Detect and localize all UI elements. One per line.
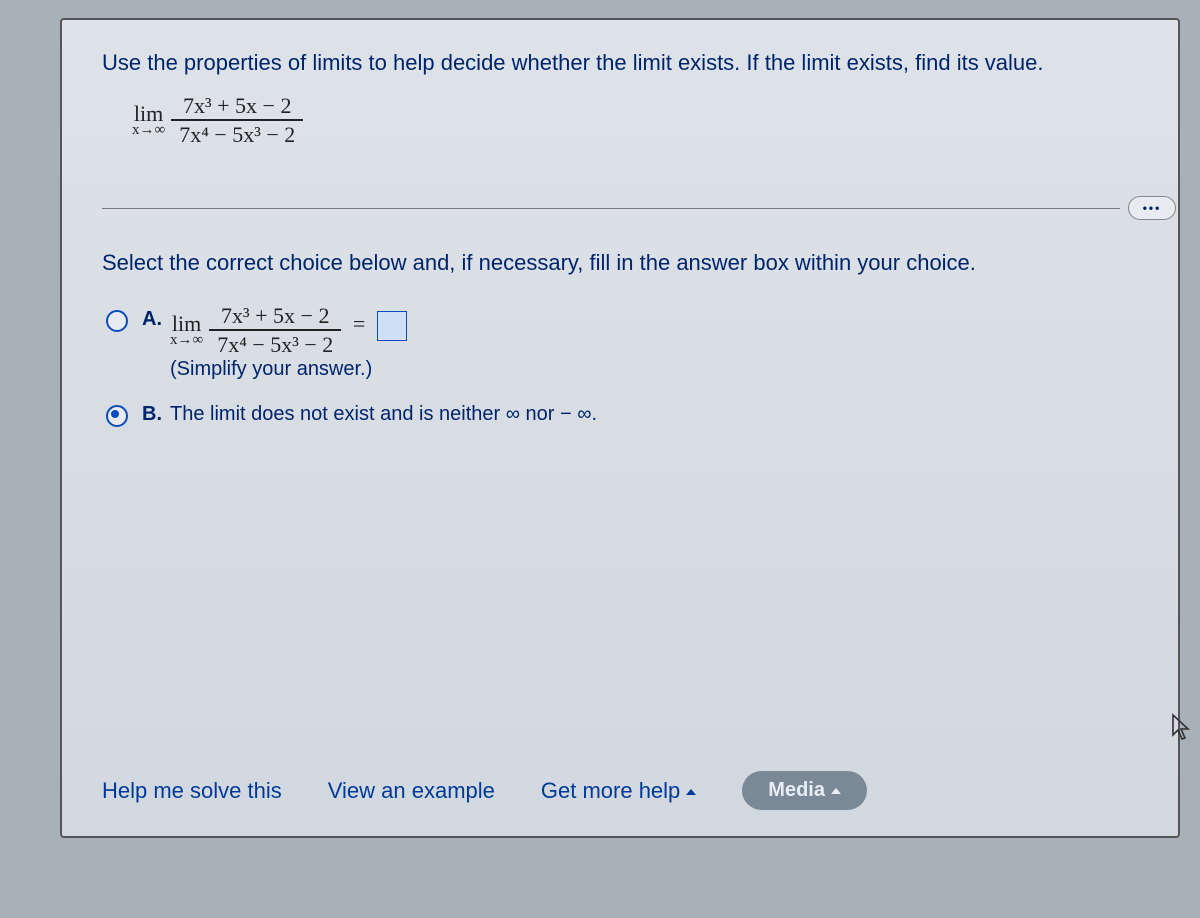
cursor-icon xyxy=(1170,713,1192,748)
lim-subscript: x→∞ xyxy=(132,123,165,139)
radio-b[interactable] xyxy=(106,405,128,427)
choice-a-expression: lim x→∞ 7x³ + 5x − 2 7x⁴ − 5x³ − 2 xyxy=(170,304,341,356)
radio-a[interactable] xyxy=(106,310,128,332)
equals-sign: = xyxy=(353,311,365,336)
divider xyxy=(102,208,1120,209)
lim-subscript: x→∞ xyxy=(170,333,203,349)
fraction-numerator: 7x³ + 5x − 2 xyxy=(175,94,299,117)
get-more-help-dropdown[interactable]: Get more help xyxy=(541,778,696,804)
main-limit-expression: lim x→∞ 7x³ + 5x − 2 7x⁴ − 5x³ − 2 xyxy=(132,94,303,146)
choice-instruction: Select the correct choice below and, if … xyxy=(102,250,1148,276)
choice-list: A. lim x→∞ 7x³ + 5x − 2 7x⁴ − 5x³ − 2 = … xyxy=(106,304,1148,427)
answer-input[interactable] xyxy=(377,311,407,341)
view-example-link[interactable]: View an example xyxy=(328,778,495,804)
choice-a-label: A. xyxy=(142,308,170,331)
choice-a: A. lim x→∞ 7x³ + 5x − 2 7x⁴ − 5x³ − 2 = … xyxy=(106,304,1148,381)
help-me-solve-link[interactable]: Help me solve this xyxy=(102,778,282,804)
question-prompt: Use the properties of limits to help dec… xyxy=(102,50,1148,76)
more-options-button[interactable]: ••• xyxy=(1128,196,1176,220)
choice-b: B. The limit does not exist and is neith… xyxy=(106,399,1148,427)
fraction-denominator: 7x⁴ − 5x³ − 2 xyxy=(209,333,341,356)
question-panel: Use the properties of limits to help dec… xyxy=(60,18,1180,838)
footer-bar: Help me solve this View an example Get m… xyxy=(102,771,1148,810)
fraction-denominator: 7x⁴ − 5x³ − 2 xyxy=(171,123,303,146)
choice-b-label: B. xyxy=(142,403,170,426)
fraction-numerator: 7x³ + 5x − 2 xyxy=(213,304,337,327)
choice-b-text: The limit does not exist and is neither … xyxy=(170,403,597,426)
choice-a-hint: (Simplify your answer.) xyxy=(170,358,407,381)
media-button[interactable]: Media xyxy=(742,771,867,810)
